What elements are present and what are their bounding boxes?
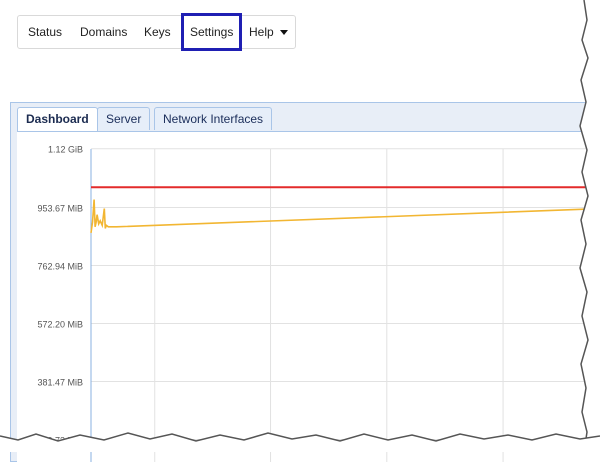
- torn-edge-right: [579, 0, 600, 452]
- y-tick-label: 953.67 MiB: [37, 203, 83, 213]
- tab-server[interactable]: Server: [97, 107, 151, 130]
- memory-chart-svg: 1.12 GiB 953.67 MiB 762.94 MiB 572.20 MiB 38…: [37, 145, 600, 462]
- nav-keys[interactable]: Keys: [144, 16, 171, 48]
- y-tick-label: 381.47 MiB: [37, 377, 83, 387]
- top-nav: Status Domains Keys Settings Help: [17, 13, 296, 51]
- nav-settings[interactable]: Settings: [181, 13, 243, 51]
- torn-edge-bottom: [0, 432, 600, 452]
- dashboard-panel: Dashboard Server Network Interfaces 1.12…: [10, 102, 600, 462]
- series-line-usage: [90, 199, 600, 234]
- caret-down-icon: [279, 30, 288, 36]
- nav-help-label: Help: [249, 25, 274, 39]
- nav-domains[interactable]: Domains: [80, 16, 127, 48]
- y-tick-label: 572.20 MiB: [37, 319, 83, 329]
- tab-dashboard[interactable]: Dashboard: [17, 107, 98, 131]
- memory-chart: 1.12 GiB 953.67 MiB 762.94 MiB 572.20 MiB 38…: [17, 131, 600, 462]
- tab-network-interfaces[interactable]: Network Interfaces: [154, 107, 273, 130]
- y-tick-label: 1.12 GiB: [48, 145, 83, 155]
- nav-help[interactable]: Help: [249, 16, 288, 48]
- y-tick-label: 762.94 MiB: [37, 261, 83, 271]
- nav-status[interactable]: Status: [28, 16, 62, 48]
